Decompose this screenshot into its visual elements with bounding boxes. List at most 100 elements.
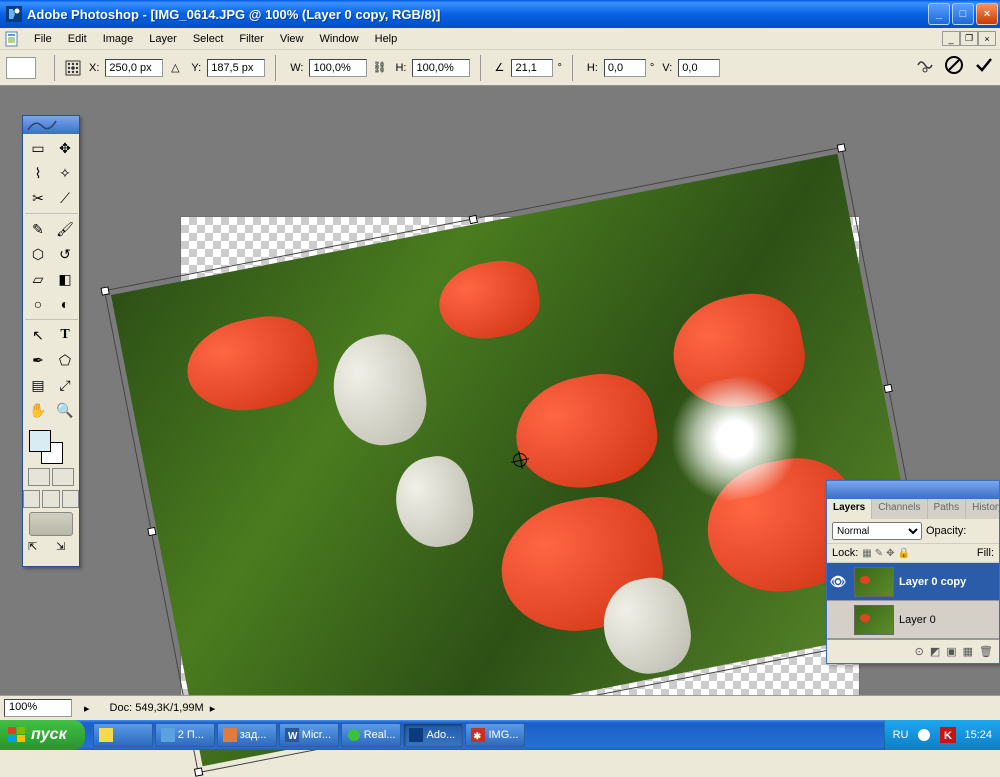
trash-icon[interactable]: 🗑 bbox=[979, 645, 993, 658]
menu-layer[interactable]: Layer bbox=[141, 31, 185, 47]
task-item[interactable] bbox=[93, 723, 153, 747]
notes-tool[interactable]: ▤ bbox=[25, 373, 51, 397]
layer-thumb[interactable] bbox=[854, 605, 894, 635]
new-layer-icon[interactable]: ▦ bbox=[963, 645, 973, 658]
slice-tool[interactable]: ⟋ bbox=[52, 186, 78, 210]
angle-input[interactable] bbox=[511, 59, 553, 77]
eraser-tool[interactable]: ▱ bbox=[25, 267, 51, 291]
screen-mode-2[interactable] bbox=[42, 490, 59, 508]
tab-layers[interactable]: Layers bbox=[827, 499, 872, 519]
quickmask-mode-button[interactable] bbox=[52, 468, 74, 486]
warp-icon[interactable] bbox=[916, 56, 934, 79]
clock[interactable]: 15:24 bbox=[964, 729, 992, 741]
stamp-tool[interactable]: ⬡ bbox=[25, 242, 51, 266]
menu-window[interactable]: Window bbox=[312, 31, 367, 47]
tray-icon[interactable] bbox=[916, 727, 932, 743]
document-canvas[interactable] bbox=[180, 216, 860, 704]
zoom-field[interactable]: 100% bbox=[4, 699, 72, 717]
zoom-tool[interactable]: 🔍 bbox=[52, 398, 78, 422]
panel-header[interactable] bbox=[827, 481, 999, 499]
layer-name[interactable]: Layer 0 bbox=[899, 614, 936, 626]
vskew-input[interactable] bbox=[678, 59, 720, 77]
menu-file[interactable]: File bbox=[26, 31, 60, 47]
standard-mode-button[interactable] bbox=[28, 468, 50, 486]
language-indicator[interactable]: RU bbox=[893, 729, 909, 741]
tab-paths[interactable]: Paths bbox=[928, 499, 967, 519]
lock-paint-icon[interactable]: ✎ bbox=[875, 548, 883, 559]
layer-thumb[interactable] bbox=[854, 567, 894, 597]
close-button[interactable]: × bbox=[976, 3, 998, 25]
move-tool[interactable]: ✥ bbox=[52, 136, 78, 160]
lock-position-icon[interactable]: ✥ bbox=[886, 548, 894, 559]
mdi-restore-button[interactable]: ❐ bbox=[960, 31, 978, 46]
task-item[interactable]: ✱IMG... bbox=[465, 723, 525, 747]
pen-tool[interactable]: ✒ bbox=[25, 348, 51, 372]
gradient-tool[interactable]: ◧ bbox=[52, 267, 78, 291]
kaspersky-icon[interactable]: K bbox=[940, 727, 956, 743]
menu-filter[interactable]: Filter bbox=[231, 31, 271, 47]
task-item[interactable]: Real... bbox=[341, 723, 402, 747]
task-item-active[interactable]: Ado... bbox=[403, 723, 463, 747]
w-input[interactable] bbox=[309, 59, 367, 77]
go-online-icon[interactable]: ⇱ bbox=[28, 540, 46, 556]
handle-top-left[interactable] bbox=[100, 286, 109, 295]
reference-point-icon[interactable] bbox=[65, 60, 81, 76]
screen-mode-3[interactable] bbox=[62, 490, 79, 508]
y-input[interactable] bbox=[207, 59, 265, 77]
mdi-minimize-button[interactable]: _ bbox=[942, 31, 960, 46]
h-input[interactable] bbox=[412, 59, 470, 77]
brush-tool[interactable]: 🖌 bbox=[52, 217, 78, 241]
tab-channels[interactable]: Channels bbox=[872, 499, 927, 519]
history-brush-tool[interactable]: ↺ bbox=[52, 242, 78, 266]
marquee-tool[interactable]: ▭ bbox=[25, 136, 51, 160]
mask-icon[interactable]: ◩ bbox=[930, 645, 940, 658]
menu-help[interactable]: Help bbox=[367, 31, 406, 47]
lock-transparency-icon[interactable]: ▦ bbox=[862, 548, 871, 559]
fx-icon[interactable]: ⊙ bbox=[915, 645, 924, 658]
layer-name[interactable]: Layer 0 copy bbox=[899, 576, 966, 588]
tab-history[interactable]: History bbox=[966, 499, 1000, 519]
layer-row[interactable]: 👁 Layer 0 copy bbox=[827, 563, 999, 601]
lock-all-icon[interactable]: 🔒 bbox=[898, 548, 910, 559]
x-input[interactable] bbox=[105, 59, 163, 77]
type-tool[interactable]: T bbox=[52, 323, 78, 347]
handle-right[interactable] bbox=[883, 384, 892, 393]
crop-tool[interactable]: ✂ bbox=[25, 186, 51, 210]
menu-image[interactable]: Image bbox=[95, 31, 142, 47]
handle-left[interactable] bbox=[147, 527, 156, 536]
dodge-tool[interactable]: ◐ bbox=[52, 292, 78, 316]
shape-tool[interactable]: ⬠ bbox=[52, 348, 78, 372]
commit-transform-icon[interactable] bbox=[974, 55, 994, 80]
maximize-button[interactable]: □ bbox=[952, 3, 974, 25]
menu-view[interactable]: View bbox=[272, 31, 312, 47]
visibility-icon[interactable]: 👁 bbox=[827, 574, 849, 590]
menu-select[interactable]: Select bbox=[185, 31, 232, 47]
lasso-tool[interactable]: ⌇ bbox=[25, 161, 51, 185]
imageready-button[interactable] bbox=[29, 512, 73, 536]
task-item[interactable]: зад... bbox=[217, 723, 277, 747]
path-select-tool[interactable]: ↖ bbox=[25, 323, 51, 347]
folder-icon[interactable]: ▣ bbox=[946, 645, 956, 658]
tool-preset-picker[interactable] bbox=[6, 57, 36, 79]
start-button[interactable]: пуск bbox=[0, 720, 85, 750]
wand-tool[interactable]: ✧ bbox=[52, 161, 78, 185]
go-online-icon-2[interactable]: ⇲ bbox=[56, 540, 74, 556]
layer-row[interactable]: Layer 0 bbox=[827, 601, 999, 639]
eyedropper-tool[interactable]: ⤢ bbox=[52, 373, 78, 397]
hand-tool[interactable]: ✋ bbox=[25, 398, 51, 422]
toolbox-header[interactable] bbox=[23, 116, 79, 134]
hskew-input[interactable] bbox=[604, 59, 646, 77]
handle-top-right[interactable] bbox=[837, 143, 846, 152]
link-icon[interactable]: ⛓ bbox=[371, 60, 387, 76]
task-item[interactable]: WMicr... bbox=[279, 723, 339, 747]
menu-edit[interactable]: Edit bbox=[60, 31, 95, 47]
blend-mode-select[interactable]: Normal bbox=[832, 522, 922, 540]
screen-mode-1[interactable] bbox=[23, 490, 40, 508]
healing-tool[interactable]: ✎ bbox=[25, 217, 51, 241]
task-item[interactable]: 2 П... bbox=[155, 723, 215, 747]
minimize-button[interactable]: _ bbox=[928, 3, 950, 25]
mdi-close-button[interactable]: × bbox=[978, 31, 996, 46]
foreground-color[interactable] bbox=[29, 430, 51, 452]
color-swatches[interactable] bbox=[27, 428, 75, 464]
handle-bottom-left[interactable] bbox=[194, 767, 203, 776]
